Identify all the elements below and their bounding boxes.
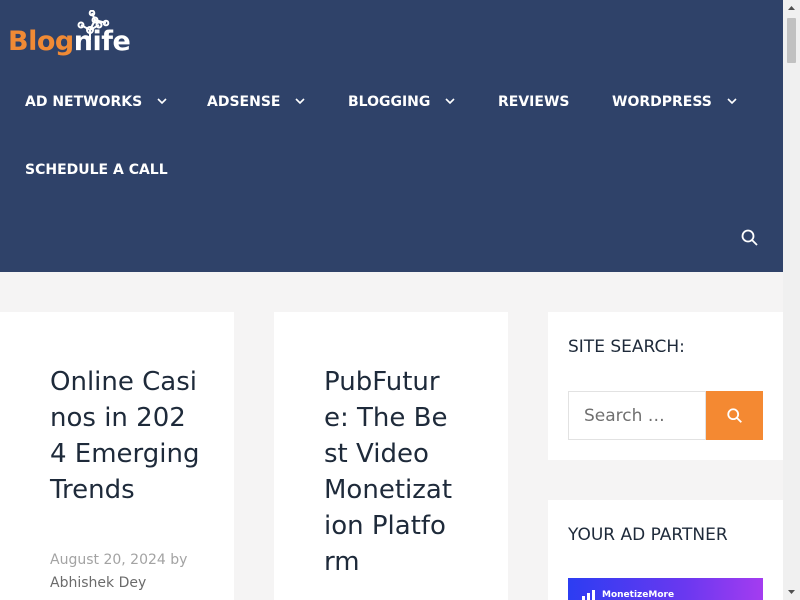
ad-banner-text: MonetizeMore (602, 590, 675, 600)
chevron-down-icon (727, 98, 737, 105)
vertical-scrollbar[interactable] (783, 0, 800, 600)
search-widget-title: SITE SEARCH: (568, 337, 685, 357)
scrollbar-thumb[interactable] (787, 18, 796, 63)
search-icon[interactable] (740, 228, 760, 248)
logo-text: Blognife (8, 26, 131, 57)
chevron-down-icon (157, 98, 167, 105)
post-card: PubFuture: The Best Video Monetization P… (274, 312, 508, 600)
nav-item-label: AD NETWORKS (25, 94, 143, 110)
nav-item-blogging[interactable]: BLOGGING (348, 94, 460, 110)
post-meta: August 20, 2024 by Abhishek Dey (50, 549, 230, 595)
post-date[interactable]: August 20, 2024 (50, 552, 166, 568)
scroll-down-arrow-icon[interactable] (783, 584, 800, 600)
bar-chart-logo-icon (582, 590, 595, 600)
nav-item-ad-networks[interactable]: AD NETWORKS (25, 94, 172, 110)
chevron-down-icon (295, 98, 306, 105)
post-card: Online Casinos in 2024 Emerging Trends A… (0, 312, 234, 600)
nav-item-label: BLOGGING (348, 94, 431, 110)
nav-item-reviews[interactable]: REVIEWS (498, 94, 569, 110)
post-title-link[interactable]: Online Casinos in 2024 Emerging Trends (50, 364, 200, 508)
nav-item-adsense[interactable]: ADSENSE (207, 94, 310, 110)
nav-item-label: ADSENSE (207, 94, 281, 110)
ad-partner-title: YOUR AD PARTNER (568, 525, 728, 545)
search-input[interactable] (568, 391, 706, 440)
chevron-down-icon (445, 98, 455, 105)
nav-item-schedule-a-call[interactable]: SCHEDULE A CALL (25, 162, 168, 178)
ad-partner-banner[interactable]: MonetizeMore (568, 578, 763, 600)
nav-item-wordpress[interactable]: WORDPRESS (612, 94, 742, 110)
post-by-label: by (170, 552, 188, 568)
search-icon (726, 407, 742, 423)
logo-text-part2: nife (73, 26, 131, 57)
nav-item-label: REVIEWS (498, 94, 570, 110)
scroll-up-arrow-icon[interactable] (783, 0, 800, 16)
nav-item-label: SCHEDULE A CALL (25, 162, 168, 178)
post-author-link[interactable]: Abhishek Dey (50, 575, 146, 591)
nav-item-label: WORDPRESS (612, 94, 712, 110)
search-submit-button[interactable] (706, 391, 763, 440)
logo-text-part1: Blog (8, 26, 74, 57)
post-title-link[interactable]: PubFuture: The Best Video Monetization P… (324, 364, 452, 580)
site-header: Blognife AD NETWORKS ADSENSE BLOGGING RE… (0, 0, 783, 272)
